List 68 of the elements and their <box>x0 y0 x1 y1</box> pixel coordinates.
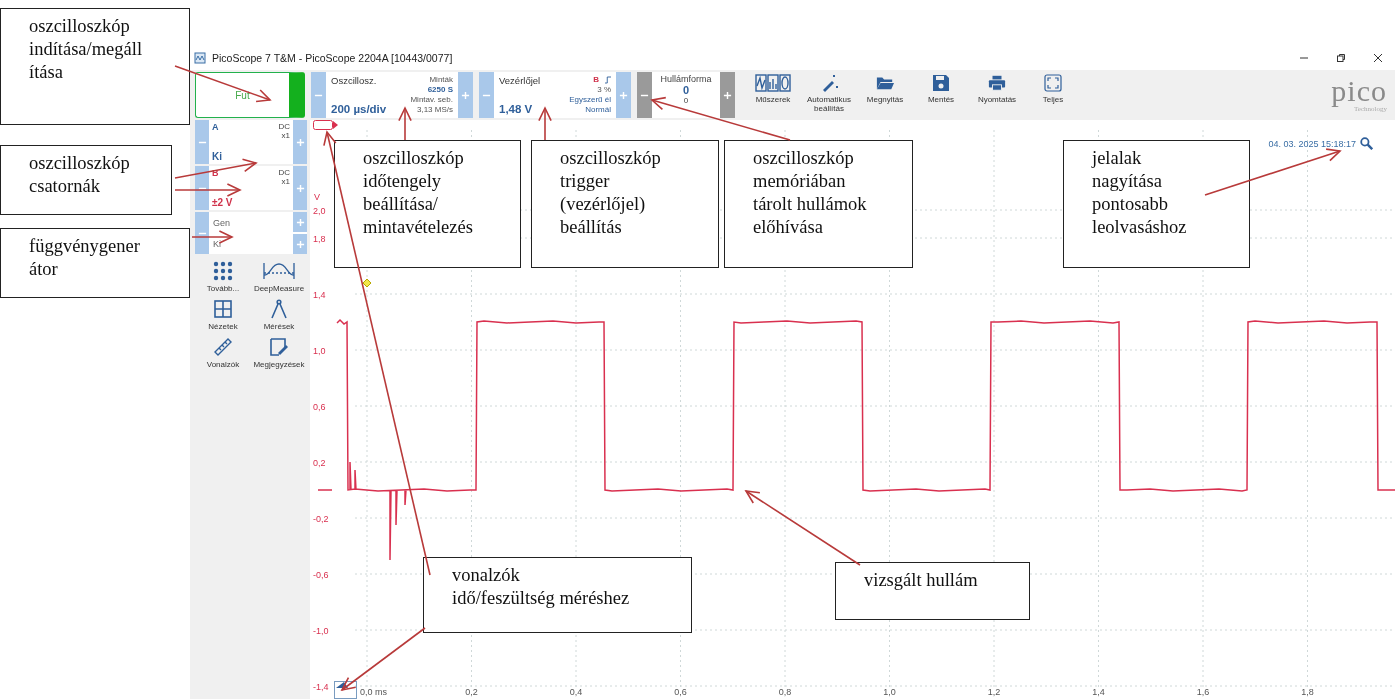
x-axis-label: 1,4 <box>1092 687 1105 697</box>
trigger-type: Egyszerű él <box>569 95 611 105</box>
toolbar-button[interactable]: Műszerek <box>745 72 801 118</box>
x-axis-label: 0,0 ms <box>360 687 387 697</box>
generator-label: Gen <box>213 217 231 228</box>
toolbar-button[interactable]: Automatikus beállítás <box>801 72 857 118</box>
channel-range: Ki <box>212 151 223 162</box>
generator-value: Ki <box>213 238 222 249</box>
annotation-box: oszcilloszkóp csatornák <box>0 145 172 215</box>
x-axis-label: 0,8 <box>778 687 792 697</box>
x-axis-label: 0,4 <box>569 687 583 697</box>
x-axis-label: 1,0 <box>883 687 896 697</box>
y-axis-label: 0,6 <box>313 402 326 412</box>
axis-unit: V <box>314 192 320 202</box>
channel-card[interactable]: A DC x1 Ki <box>195 120 307 164</box>
waveform-label: Hullámforma <box>660 74 712 84</box>
trigger-label: Vezérlőjel <box>499 75 542 86</box>
toolbar-button[interactable]: Nyomtatás <box>969 72 1025 118</box>
x-axis-label: 1,6 <box>1196 687 1210 697</box>
waveform-number: 0 <box>682 84 690 96</box>
y-axis-label: 1,4 <box>313 290 326 300</box>
annotation-box: jelalak nagyítása pontosabb leolvasáshoz <box>1063 140 1250 268</box>
channel-name: A <box>212 122 219 134</box>
waveform-count: 0 <box>683 96 689 105</box>
toolbar-button[interactable]: Mentés <box>913 72 969 118</box>
toolbar-button[interactable]: Megnyitás <box>857 72 913 118</box>
timebase-value: 200 µs/div <box>331 103 388 115</box>
channel-coupling: DC x1 <box>278 122 290 140</box>
x-axis-label: 1,8 <box>1301 687 1314 697</box>
toolbar-button[interactable]: Teljes <box>1025 72 1081 118</box>
generator-card[interactable]: Gen Ki <box>195 212 307 254</box>
trigger-channel: B <box>593 75 599 85</box>
x-axis-label: 0,2 <box>465 687 478 697</box>
timebase-label: Oszcillosz. <box>331 75 378 86</box>
y-axis-label: 1,8 <box>313 234 326 244</box>
x-axis-label: 0,6 <box>674 687 687 697</box>
sample-rate-label: Mintav. seb. <box>410 95 453 105</box>
annotation-box: oszcilloszkóp indítása/megáll ítása <box>0 8 190 125</box>
side-tool-button[interactable]: Nézetek <box>195 299 251 331</box>
annotation-box: oszcilloszkóp trigger (vezérlőjel) beállítás <box>531 140 719 268</box>
window-title: PicoScope 7 T&M - PicoScope 2204A [10443/0077] <box>212 51 453 64</box>
samples-value: 6250 S <box>427 85 453 95</box>
y-axis-label: -1,4 <box>313 682 329 692</box>
annotation-box: oszcilloszkóp időtengely beállítása/ mintavételezés <box>334 140 521 268</box>
trigger-level: 1,48 V <box>499 103 534 115</box>
sample-rate-value: 3,13 MS/s <box>417 105 453 115</box>
annotation-box: oszcilloszkóp memóriában tárolt hullámok előhívása <box>724 140 913 268</box>
y-axis-label: -1,0 <box>313 626 329 636</box>
pre-trigger-value: 3 % <box>597 85 611 95</box>
side-tool-button[interactable]: Megjegyzések <box>251 337 307 369</box>
side-tool-button[interactable]: Tovább... <box>195 261 251 293</box>
timestamp: 04. 03. 2025 15:18:17 <box>1268 138 1356 149</box>
y-axis-label: 1,0 <box>313 346 326 356</box>
y-axis-label: 2,0 <box>313 206 326 216</box>
annotation-box: vonalzók idő/feszültség méréshez <box>423 557 692 633</box>
channel-range: ±2 V <box>212 197 234 208</box>
y-axis-label: -0,6 <box>313 570 329 580</box>
y-axis-label: -0,2 <box>313 514 329 524</box>
side-tool-button[interactable]: Mérések <box>251 299 307 331</box>
channel-coupling: DC x1 <box>278 168 290 186</box>
side-tool-button[interactable]: Vonalzók <box>195 337 251 369</box>
trigger-mode: Normál <box>585 105 611 115</box>
annotation-box: függvénygener átor <box>0 228 190 298</box>
y-axis-label: 0,2 <box>313 458 326 468</box>
side-tool-button[interactable]: DeepMeasure <box>251 261 307 293</box>
samples-label: Minták <box>429 75 453 85</box>
annotation-box: vizsgált hullám <box>835 562 1030 620</box>
x-axis-label: 1,2 <box>987 687 1001 697</box>
